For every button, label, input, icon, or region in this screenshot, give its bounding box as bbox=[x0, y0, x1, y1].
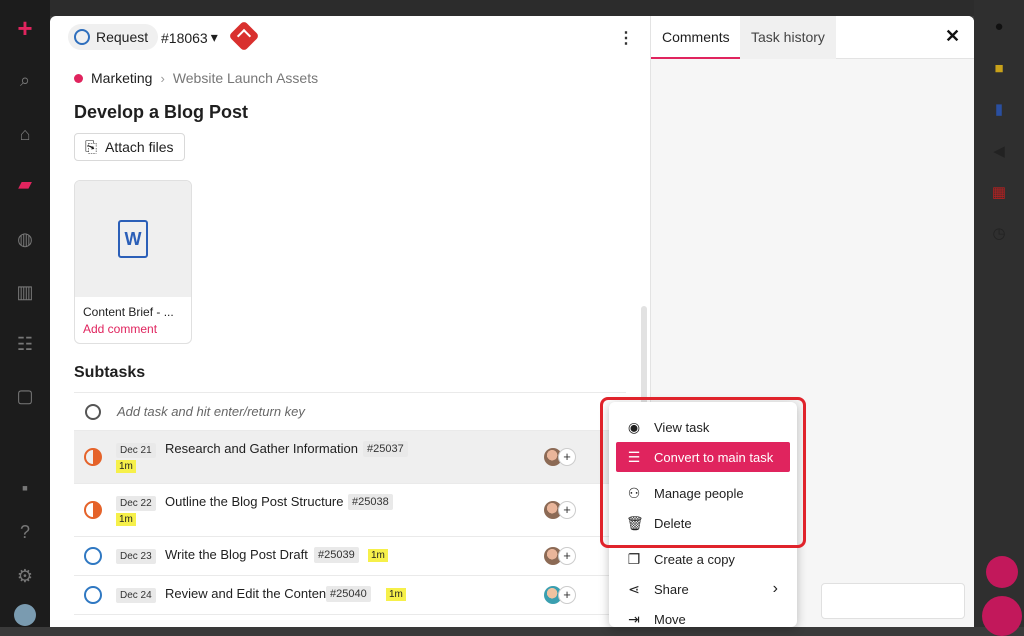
settings-icon[interactable]: ⚙ bbox=[0, 566, 50, 586]
attachment-thumbnail: W bbox=[75, 181, 191, 297]
feedback-icon[interactable]: ▪ bbox=[0, 478, 50, 498]
help-icon[interactable]: ? bbox=[0, 522, 50, 542]
request-label: Request bbox=[96, 29, 149, 45]
status-ring-icon bbox=[74, 29, 90, 45]
subtask-title[interactable]: Write the Blog Post Draft bbox=[165, 547, 308, 562]
add-assignee-button[interactable]: + bbox=[558, 547, 576, 565]
subtask-row[interactable]: Dec 24 Review and Edit the Content #2504… bbox=[74, 575, 626, 615]
subtask-id-chip: #25037 bbox=[363, 441, 408, 457]
menu-item-label: Move bbox=[654, 611, 686, 627]
due-date-chip: Dec 21 bbox=[116, 443, 156, 458]
breadcrumb-project[interactable]: Marketing bbox=[91, 70, 152, 86]
attachment-name: Content Brief - ... bbox=[83, 305, 174, 319]
due-date-chip: Dec 24 bbox=[116, 588, 156, 603]
subtask-row[interactable]: Dec 21 Research and Gather Information #… bbox=[74, 430, 626, 483]
bookmark-icon[interactable]: ▮ bbox=[974, 100, 1024, 118]
breadcrumb: Marketing › Website Launch Assets bbox=[74, 70, 318, 86]
background-dim bbox=[50, 0, 974, 16]
time-chip: 1m bbox=[116, 460, 136, 473]
tab-task-history[interactable]: Task history bbox=[740, 16, 836, 59]
time-chip: 1m bbox=[386, 588, 406, 601]
due-date-chip: Dec 22 bbox=[116, 496, 156, 511]
fab-bookmark-button[interactable] bbox=[986, 556, 1018, 588]
comment-input[interactable] bbox=[821, 583, 965, 619]
globe-icon[interactable]: ◍ bbox=[0, 229, 50, 249]
breadcrumb-separator: › bbox=[160, 70, 165, 86]
tab-comments[interactable]: Comments bbox=[651, 16, 741, 59]
chevron-down-icon: ▾ bbox=[210, 29, 218, 45]
subtask-title[interactable]: Outline the Blog Post Structure bbox=[165, 494, 343, 509]
home-icon[interactable]: ⌂ bbox=[0, 124, 50, 144]
attachment-card[interactable]: W Content Brief - ... Add comment bbox=[74, 180, 192, 344]
request-type-pill[interactable]: Request bbox=[68, 24, 159, 50]
clock-icon[interactable]: ◷ bbox=[974, 224, 1024, 242]
right-toolbar: ● ■ ▮ ◀ ▦ ◷ bbox=[974, 0, 1024, 636]
add-assignee-button[interactable]: + bbox=[558, 501, 576, 519]
bell-icon[interactable]: ● bbox=[974, 18, 1024, 35]
megaphone-icon[interactable]: ◀ bbox=[974, 142, 1024, 160]
due-date-chip: Dec 23 bbox=[116, 549, 156, 564]
empty-ring-icon bbox=[85, 403, 101, 420]
notes-icon[interactable]: ■ bbox=[974, 60, 1024, 77]
menu-item-move[interactable]: ⇥ Move bbox=[616, 604, 790, 634]
subtask-id-chip: #25038 bbox=[348, 494, 393, 510]
subtask-id-chip: #25039 bbox=[314, 547, 359, 563]
search-icon[interactable]: ⌕ bbox=[0, 70, 50, 90]
paperclip-icon: ⎘ bbox=[85, 138, 98, 156]
close-icon[interactable]: ✕ bbox=[945, 26, 960, 47]
open-status-icon[interactable] bbox=[84, 586, 102, 604]
in-progress-status-icon[interactable] bbox=[84, 448, 102, 466]
app-logo-icon[interactable]: + bbox=[0, 15, 50, 41]
add-assignee-button[interactable]: + bbox=[558, 586, 576, 604]
menu-item-create-a-copy[interactable]: ❐ Create a copy bbox=[616, 544, 790, 574]
move-icon: ⇥ bbox=[628, 610, 640, 627]
menu-item-label: Share bbox=[654, 581, 689, 597]
priority-icon[interactable] bbox=[228, 20, 260, 52]
time-chip: 1m bbox=[116, 513, 136, 526]
reports-icon[interactable]: ▥ bbox=[0, 282, 50, 302]
people-icon[interactable]: ☷ bbox=[0, 334, 50, 354]
add-assignee-button[interactable]: + bbox=[558, 448, 576, 466]
chat-icon[interactable]: ▢ bbox=[0, 386, 50, 406]
subtask-title[interactable]: Research and Gather Information bbox=[165, 441, 358, 456]
subtask-id-chip: #25040 bbox=[326, 586, 371, 602]
more-options-icon[interactable]: ⋮ bbox=[618, 28, 634, 48]
annotation-highlight-box bbox=[600, 397, 806, 548]
task-modal: Request #18063 ▾ ⋮ Marketing › Website L… bbox=[50, 16, 974, 627]
activity-tabs: Comments Task history ✕ bbox=[651, 16, 974, 59]
time-chip: 1m bbox=[368, 549, 388, 562]
menu-item-label: Create a copy bbox=[654, 551, 735, 567]
chevron-right-icon: › bbox=[772, 580, 778, 597]
app-sidebar: + ⌕ ⌂ ▰ ◍ ▥ ☷ ▢ ▪ ? ⚙ bbox=[0, 0, 50, 627]
scrollbar[interactable] bbox=[641, 306, 647, 406]
calendar-icon[interactable]: ▦ bbox=[974, 183, 1024, 201]
projects-icon[interactable]: ▰ bbox=[0, 174, 50, 194]
task-id-label: #18063 bbox=[161, 29, 208, 46]
attach-files-button[interactable]: ⎘ Attach files bbox=[74, 133, 185, 161]
task-detail-pane: Request #18063 ▾ ⋮ Marketing › Website L… bbox=[50, 16, 650, 627]
task-id-dropdown[interactable]: #18063 ▾ bbox=[161, 29, 218, 46]
subtask-row[interactable]: Dec 22 Outline the Blog Post Structure #… bbox=[74, 483, 626, 536]
subtask-row[interactable]: Dec 23 Write the Blog Post Draft #25039 … bbox=[74, 536, 626, 575]
add-subtask-input[interactable]: Add task and hit enter/return key bbox=[117, 404, 305, 419]
attach-files-label: Attach files bbox=[105, 139, 174, 155]
subtask-title[interactable]: Review and Edit the Content bbox=[165, 586, 330, 601]
fab-chat-button[interactable] bbox=[982, 596, 1022, 636]
task-title[interactable]: Develop a Blog Post bbox=[74, 102, 248, 123]
add-comment-link[interactable]: Add comment bbox=[75, 319, 191, 339]
menu-item-share[interactable]: ⋖ Share › bbox=[616, 574, 790, 604]
subtasks-heading: Subtasks bbox=[74, 364, 146, 381]
breadcrumb-folder[interactable]: Website Launch Assets bbox=[173, 70, 318, 86]
share-icon: ⋖ bbox=[628, 580, 640, 597]
add-subtask-row[interactable]: Add task and hit enter/return key bbox=[74, 392, 626, 430]
project-color-dot bbox=[74, 73, 83, 83]
copy-icon: ❐ bbox=[627, 550, 641, 567]
word-document-icon: W bbox=[118, 220, 148, 258]
open-status-icon[interactable] bbox=[84, 547, 102, 565]
in-progress-status-icon[interactable] bbox=[84, 501, 102, 519]
